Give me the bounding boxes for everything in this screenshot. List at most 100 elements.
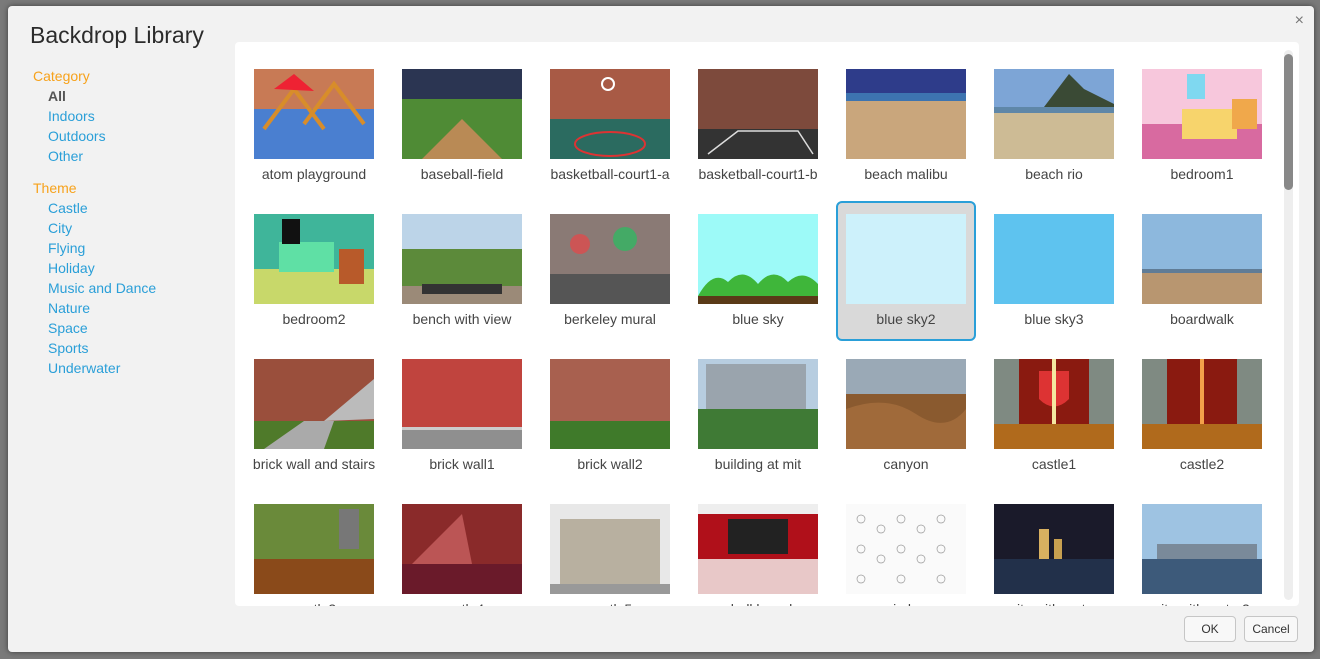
category-other[interactable]: Other	[48, 146, 228, 166]
backdrop-item[interactable]: building at mit	[688, 346, 828, 486]
backdrop-label: castle4	[394, 601, 530, 606]
backdrop-item[interactable]: bedroom2	[244, 201, 384, 341]
backdrop-label: atom playground	[261, 166, 367, 182]
backdrop-item[interactable]: berkeley mural	[540, 201, 680, 341]
backdrop-item[interactable]: blue sky2	[836, 201, 976, 341]
beach-image	[994, 69, 1114, 159]
backdrop-label: blue sky	[732, 311, 784, 327]
city-image	[994, 504, 1114, 594]
backdrop-item[interactable]: basketball-court1-a	[540, 56, 680, 196]
backdrop-label: brick wall1	[429, 456, 495, 472]
backdrop-label: city with water	[986, 601, 1122, 606]
backdrop-label: bedroom1	[1170, 166, 1234, 182]
theme-music-and-dance[interactable]: Music and Dance	[48, 278, 228, 298]
backdrop-label: bedroom2	[282, 311, 346, 327]
sky-image	[846, 214, 966, 304]
backdrop-label: beach rio	[1025, 166, 1083, 182]
backdrop-label: basketball-court1-b	[698, 166, 818, 182]
backdrop-label: city with water2	[1134, 601, 1270, 606]
bedroom-image	[1142, 69, 1262, 159]
theme-flying[interactable]: Flying	[48, 238, 228, 258]
castle-image	[994, 359, 1114, 449]
theme-castle[interactable]: Castle	[48, 198, 228, 218]
backdrop-item[interactable]: castle3	[244, 491, 384, 606]
castle-image	[550, 504, 670, 594]
theme-city[interactable]: City	[48, 218, 228, 238]
category-all[interactable]: All	[48, 86, 228, 106]
theme-sports[interactable]: Sports	[48, 338, 228, 358]
theme-underwater[interactable]: Underwater	[48, 358, 228, 378]
backdrop-label: baseball-field	[420, 166, 504, 182]
backdrop-label: castle5	[542, 601, 678, 606]
theme-space[interactable]: Space	[48, 318, 228, 338]
scrollbar[interactable]	[1284, 50, 1293, 600]
backdrop-item[interactable]: castle1	[984, 346, 1124, 486]
backdrop-label: castle1	[1031, 456, 1077, 472]
basketball-court-image	[550, 69, 670, 159]
backdrop-item[interactable]: city with water	[984, 491, 1124, 606]
backdrop-item[interactable]: castle2	[1132, 346, 1272, 486]
backdrop-label: chalkboard	[690, 601, 826, 606]
backdrop-label: canyon	[883, 456, 929, 472]
bedroom-image	[254, 214, 374, 304]
backdrop-item[interactable]: circles	[836, 491, 976, 606]
backdrop-item[interactable]: blue sky	[688, 201, 828, 341]
backdrop-label: bench with view	[412, 311, 512, 327]
backdrop-label: circles	[838, 601, 974, 606]
circles-image	[846, 504, 966, 594]
backdrop-label: berkeley mural	[564, 311, 656, 327]
castle-image	[254, 504, 374, 594]
bench-image	[402, 214, 522, 304]
category-outdoors[interactable]: Outdoors	[48, 126, 228, 146]
backdrop-item[interactable]: city with water2	[1132, 491, 1272, 606]
backdrop-label: castle2	[1179, 456, 1225, 472]
backdrop-item[interactable]: blue sky3	[984, 201, 1124, 341]
playground-image	[254, 69, 374, 159]
category-indoors[interactable]: Indoors	[48, 106, 228, 126]
building-image	[698, 359, 818, 449]
beach-image	[846, 69, 966, 159]
backdrop-label: beach malibu	[864, 166, 948, 182]
backdrop-label: basketball-court1-a	[550, 166, 670, 182]
chalkboard-image	[698, 504, 818, 594]
theme-nature[interactable]: Nature	[48, 298, 228, 318]
backdrop-item[interactable]: beach rio	[984, 56, 1124, 196]
brick-wall-image	[402, 359, 522, 449]
backdrop-item[interactable]: baseball-field	[392, 56, 532, 196]
theme-heading: Theme	[33, 180, 77, 196]
theme-holiday[interactable]: Holiday	[48, 258, 228, 278]
backdrop-label: brick wall2	[577, 456, 643, 472]
backdrop-item[interactable]: chalkboard	[688, 491, 828, 606]
backdrop-item[interactable]: atom playground	[244, 56, 384, 196]
ok-button[interactable]: OK	[1184, 616, 1236, 642]
scrollbar-thumb[interactable]	[1284, 54, 1293, 190]
brick-wall-image	[550, 359, 670, 449]
backdrop-label: blue sky3	[1024, 311, 1084, 327]
cancel-button[interactable]: Cancel	[1244, 616, 1298, 642]
boardwalk-image	[1142, 214, 1262, 304]
backdrop-item[interactable]: brick wall1	[392, 346, 532, 486]
city-image	[1142, 504, 1262, 594]
sky-image	[994, 214, 1114, 304]
backdrop-item[interactable]: brick wall2	[540, 346, 680, 486]
backdrop-item[interactable]: boardwalk	[1132, 201, 1272, 341]
backdrop-item[interactable]: bench with view	[392, 201, 532, 341]
close-icon[interactable]: ×	[1295, 12, 1304, 30]
mural-image	[550, 214, 670, 304]
backdrop-grid-panel: atom playground baseball-field basketball-…	[235, 42, 1299, 606]
backdrop-item[interactable]: brick wall and stairs	[244, 346, 384, 486]
backdrop-item[interactable]: castle5	[540, 491, 680, 606]
backdrop-item[interactable]: castle4	[392, 491, 532, 606]
backdrop-label: building at mit	[714, 456, 802, 472]
canyon-image	[846, 359, 966, 449]
backdrop-label: boardwalk	[1170, 311, 1234, 327]
backdrop-item[interactable]: basketball-court1-b	[688, 56, 828, 196]
backdrop-item[interactable]: beach malibu	[836, 56, 976, 196]
backdrop-item[interactable]: canyon	[836, 346, 976, 486]
backdrop-label: blue sky2	[876, 311, 936, 327]
category-heading: Category	[33, 68, 90, 84]
basketball-court-image	[698, 69, 818, 159]
backdrop-item[interactable]: bedroom1	[1132, 56, 1272, 196]
castle-image	[1142, 359, 1262, 449]
